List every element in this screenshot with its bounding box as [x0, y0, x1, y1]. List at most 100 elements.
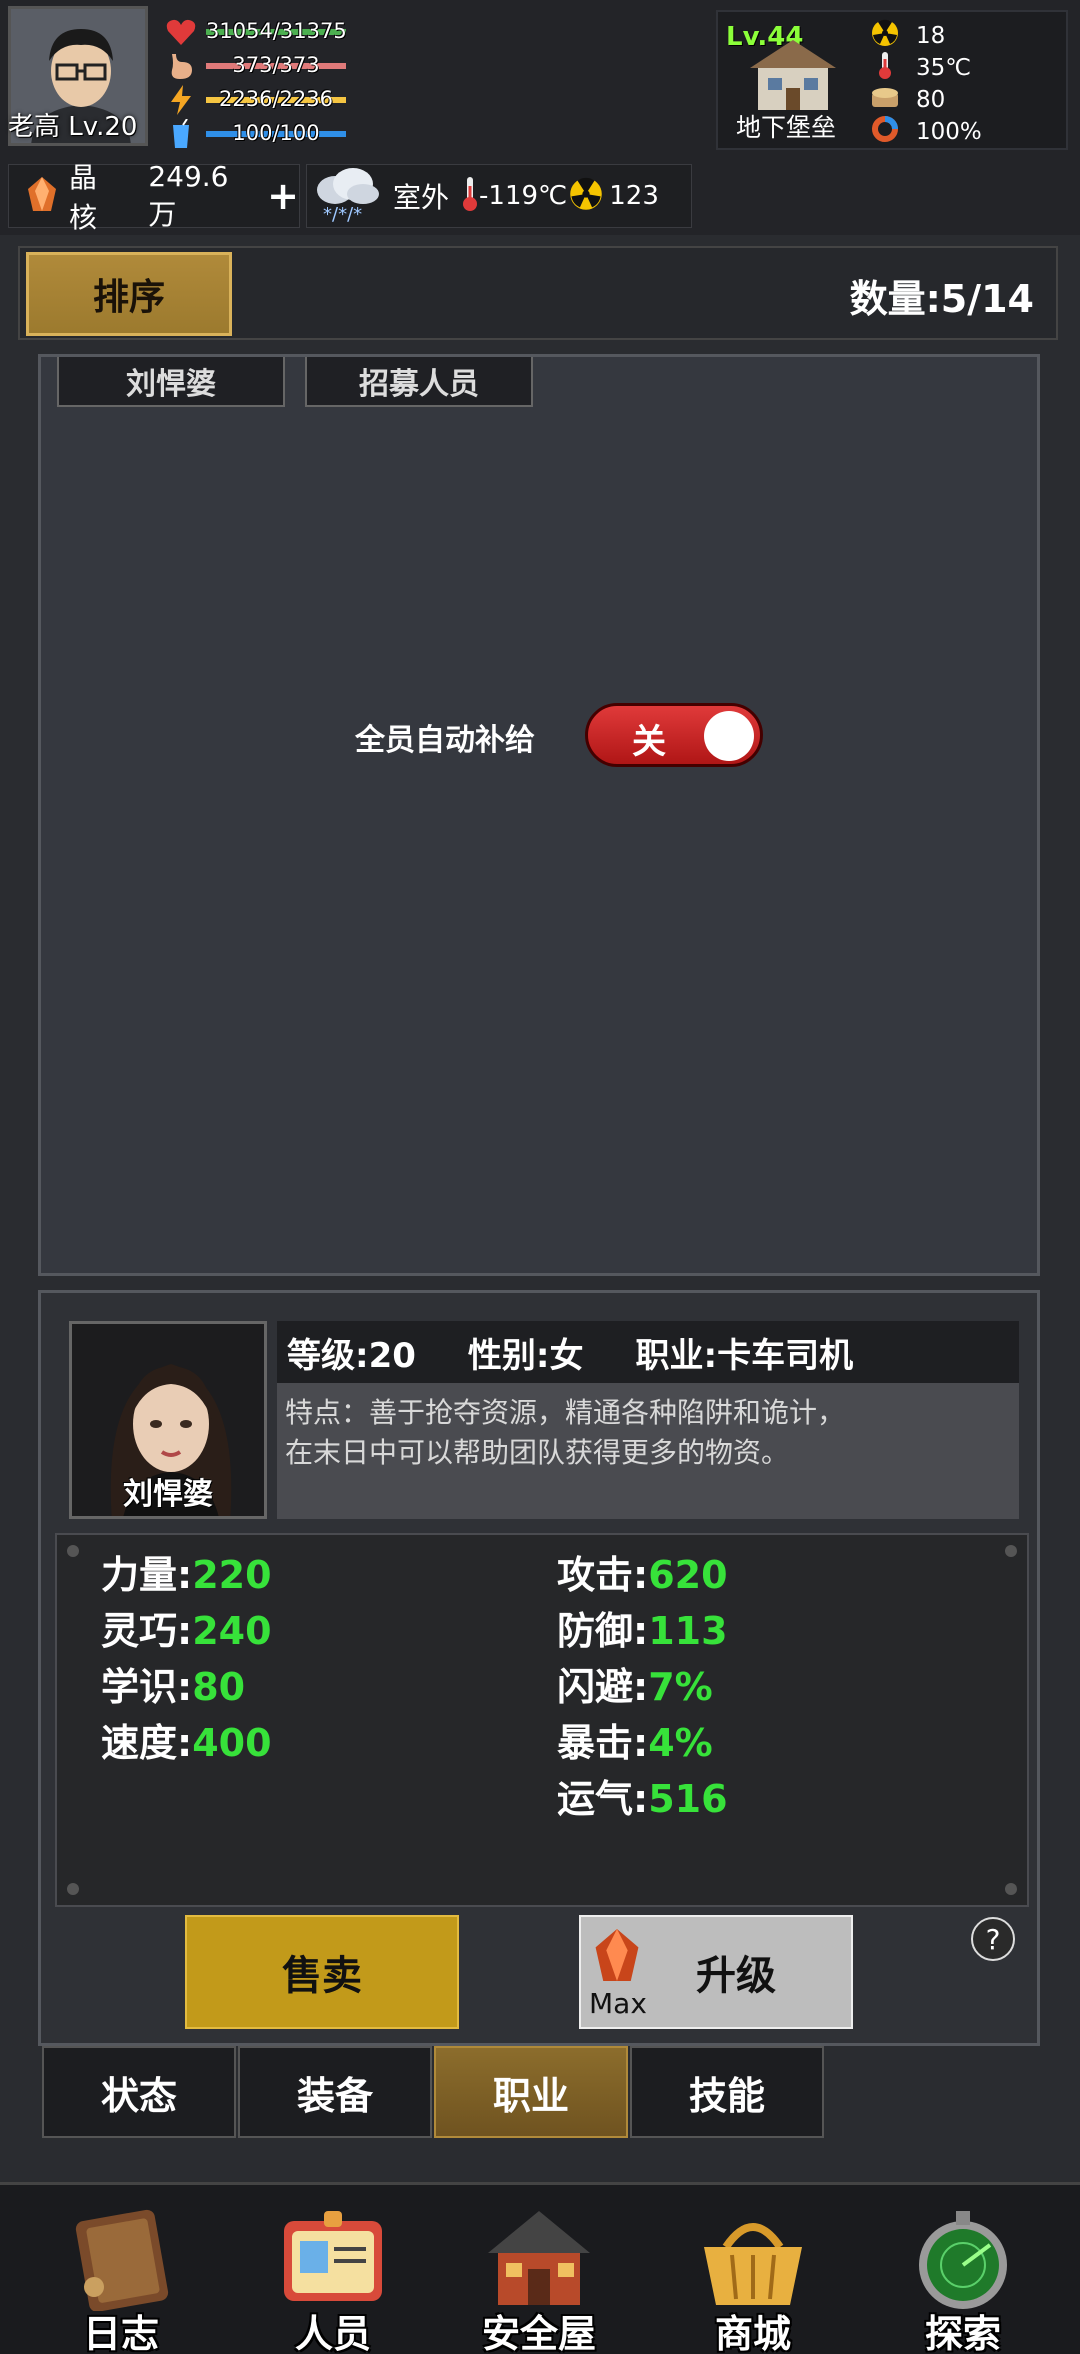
member-info-box: 等级:20 性别:女 职业:卡车司机 特点：善于抢夺资源，精通各种陷阱和诡计， …: [277, 1321, 1019, 1519]
stat-dodge: 闪避:7%: [557, 1665, 713, 1709]
water-value: 100/100: [232, 121, 320, 145]
rivet-decoration: [67, 1545, 79, 1557]
toggle-knob: [704, 711, 754, 761]
toggle-state-label: 关: [632, 722, 666, 762]
nav-log[interactable]: 日志: [46, 2197, 196, 2354]
list-item-member[interactable]: 刘悍婆: [57, 357, 285, 407]
shelter-durability: 100%: [868, 116, 982, 148]
member-list[interactable]: 刘悍婆 招募人员 全员自动补给 关: [38, 354, 1040, 1276]
tab-job[interactable]: 职业: [434, 2046, 628, 2138]
tab-equipment[interactable]: 装备: [238, 2046, 432, 2138]
tab-status[interactable]: 状态: [42, 2046, 236, 2138]
shelter-panel[interactable]: Lv.44 地下堡垒 18 35℃ 80 100%: [716, 10, 1068, 150]
stats-left-column: 力量:220 灵巧:240 学识:80 速度:400: [101, 1547, 272, 1771]
member-gender: 性别:女: [467, 1335, 584, 1376]
top-hud: 老高 Lv.20 31054/31375 373/373 2236/2236 1…: [0, 0, 1080, 235]
id-card-icon: [276, 2207, 390, 2311]
radiation-icon: [868, 19, 902, 53]
weather-thermometer-icon: [461, 176, 479, 216]
member-info-header: 等级:20 性别:女 职业:卡车司机: [277, 1321, 1019, 1383]
thermometer-icon: [868, 51, 902, 85]
energy-value: 2236/2236: [219, 87, 333, 111]
stat-knowledge: 学识:80: [101, 1665, 246, 1709]
shelter-name: 地下堡垒: [736, 113, 837, 142]
shelter-radiation: 18: [868, 19, 946, 53]
rivet-decoration: [67, 1883, 79, 1895]
logbook-icon: [64, 2207, 178, 2312]
crystal-icon: [25, 175, 59, 217]
drink-icon: [164, 119, 198, 149]
nav-safehouse-label: 安全屋: [481, 2312, 596, 2354]
hp-value: 31054/31375: [206, 19, 347, 43]
member-description-line2: 在末日中可以帮助团队获得更多的物资。: [285, 1436, 790, 1469]
crystal-icon: [591, 1925, 643, 1995]
auto-supply-label: 全员自动补给: [355, 723, 535, 758]
player-name: 老高 Lv.20: [8, 112, 138, 142]
member-description-line1: 特点：善于抢夺资源，精通各种陷阱和诡计，: [285, 1396, 846, 1429]
upgrade-label: 升级: [696, 1953, 776, 1999]
nav-shop[interactable]: 商城: [678, 2197, 828, 2354]
shelter-radiation-value: 18: [916, 23, 946, 49]
lightning-icon: [164, 85, 198, 115]
upgrade-button[interactable]: Max 升级: [579, 1915, 853, 2029]
member-level: 等级:20: [287, 1335, 416, 1376]
member-description: 特点：善于抢夺资源，精通各种陷阱和诡计， 在末日中可以帮助团队获得更多的物资。: [285, 1393, 1009, 1473]
weather-radiation: 123: [609, 181, 659, 211]
energy-row: 2236/2236: [164, 84, 346, 116]
add-crystal-button[interactable]: +: [267, 174, 299, 218]
member-detail-card: 刘悍婆 等级:20 性别:女 职业:卡车司机 特点：善于抢夺资源，精通各种陷阱和…: [38, 1290, 1040, 2046]
hunger-row: 373/373: [164, 50, 346, 82]
shelter-durability-value: 100%: [916, 119, 982, 145]
member-count: 数量:5/14: [849, 277, 1034, 321]
list-item-recruit[interactable]: 招募人员: [305, 357, 533, 407]
member-stats-box: 力量:220 灵巧:240 学识:80 速度:400 攻击:620 防御:113…: [55, 1533, 1029, 1907]
shelter-temperature: 35℃: [868, 52, 971, 84]
stomach-icon: [164, 51, 198, 81]
rivet-decoration: [1005, 1883, 1017, 1895]
crystal-value: 249.6万: [148, 159, 229, 231]
water-row: 100/100: [164, 118, 346, 150]
stats-right-column: 攻击:620 防御:113 闪避:7% 暴击:4% 运气:516: [557, 1547, 728, 1827]
durability-ring-icon: [868, 115, 902, 149]
stat-luck: 运气:516: [557, 1777, 728, 1821]
shelter-temperature-value: 35℃: [916, 55, 972, 81]
hunger-value: 373/373: [232, 53, 320, 77]
shelter-food-value: 80: [916, 87, 946, 113]
nav-shop-label: 商城: [714, 2312, 791, 2354]
weather-radiation-icon: [569, 177, 603, 215]
crystal-label: 晶核: [69, 161, 98, 234]
shelter-food: 80: [868, 84, 945, 116]
stat-attack: 攻击:620: [557, 1553, 728, 1597]
radar-icon: [906, 2207, 1020, 2311]
weather-bar: */*/* 室外 -119℃ 123: [306, 164, 692, 228]
stat-crit: 暴击:4%: [557, 1721, 713, 1765]
bottom-nav: 日志 人员 安全屋 商城 探索: [0, 2182, 1080, 2354]
member-name: 刘悍婆: [123, 1477, 213, 1512]
rivet-decoration: [1005, 1545, 1017, 1557]
sort-button[interactable]: 排序: [26, 252, 232, 336]
hp-row: 31054/31375: [164, 16, 347, 48]
weather-location: 室外: [393, 181, 450, 214]
nav-safehouse[interactable]: 安全屋: [464, 2197, 614, 2354]
svg-text:*/*/*: */*/*: [323, 204, 362, 224]
nav-members[interactable]: 人员: [258, 2197, 408, 2354]
stat-strength: 力量:220: [101, 1553, 272, 1597]
member-job: 职业:卡车司机: [635, 1335, 854, 1376]
help-button[interactable]: ?: [971, 1917, 1015, 1961]
weather-temperature: -119℃: [479, 181, 568, 211]
nav-explore[interactable]: 探索: [888, 2197, 1038, 2354]
tab-skills[interactable]: 技能: [630, 2046, 824, 2138]
auto-supply-toggle[interactable]: 关: [585, 703, 763, 767]
snow-cloud-icon: */*/*: [311, 164, 383, 228]
nav-members-label: 人员: [294, 2312, 371, 2354]
sell-button[interactable]: 售卖: [185, 1915, 459, 2029]
max-label: Max: [589, 1987, 647, 2020]
safehouse-icon: [482, 2207, 596, 2311]
heart-icon: [164, 17, 198, 47]
nav-explore-label: 探索: [924, 2312, 1001, 2354]
basket-icon: [696, 2207, 810, 2311]
food-icon: [868, 85, 902, 115]
crystal-resource-bar: 晶核 249.6万 +: [8, 160, 300, 234]
stat-defense: 防御:113: [557, 1609, 728, 1653]
nav-log-label: 日志: [82, 2312, 159, 2354]
